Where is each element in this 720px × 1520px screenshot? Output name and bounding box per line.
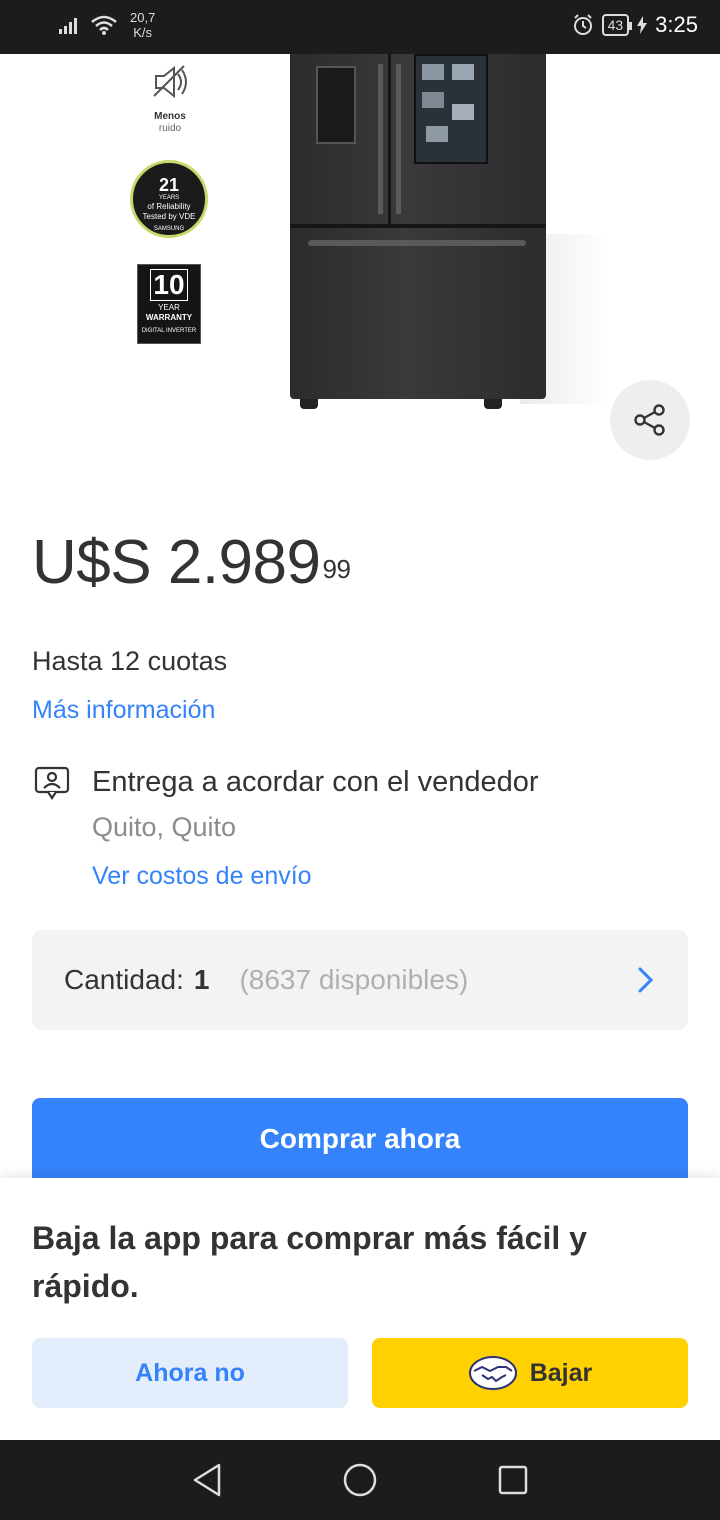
more-info-link[interactable]: Más información xyxy=(32,696,215,725)
badge-10-line1: YEAR xyxy=(158,303,180,312)
share-icon xyxy=(634,404,665,436)
back-triangle-icon xyxy=(193,1463,220,1497)
badge-10-line3: DIGITAL INVERTER xyxy=(141,328,197,334)
shipping-costs-link[interactable]: Ver costos de envío xyxy=(92,862,312,891)
quantity-value: 1 xyxy=(193,964,210,995)
home-circle-icon xyxy=(343,1463,377,1497)
freezer-handle xyxy=(308,240,526,246)
product-price: U$S 2.98999 xyxy=(32,528,351,598)
delivery-title: Entrega a acordar con el vendedor xyxy=(92,766,539,798)
recents-square-icon xyxy=(499,1465,528,1495)
price-cents: 99 xyxy=(322,554,351,584)
badge-10-number: 10 xyxy=(150,269,188,301)
price-currency: U$S xyxy=(32,528,152,597)
water-dispenser xyxy=(316,66,356,144)
alarm-icon xyxy=(573,14,592,35)
banner-text: Baja la app para comprar más fácil y ráp… xyxy=(32,1220,587,1304)
chevron-right-icon xyxy=(638,967,654,993)
quantity-available: (8637 disponibles) xyxy=(239,964,469,995)
quantity-label: Cantidad: xyxy=(64,964,184,995)
feature-noise-line2: ruido xyxy=(158,123,182,134)
back-button[interactable] xyxy=(177,1450,237,1510)
delivery-agreement-icon xyxy=(34,766,70,800)
family-hub-screen xyxy=(414,54,488,164)
badge-10-line2: WARRANTY xyxy=(145,313,193,322)
fridge-foot-right xyxy=(484,399,502,409)
freezer-line xyxy=(290,224,546,228)
feature-less-noise: Menos ruido xyxy=(130,64,210,135)
not-now-button[interactable]: Ahora no xyxy=(32,1338,348,1408)
fridge-illustration xyxy=(290,54,546,409)
right-handle xyxy=(396,64,401,214)
clock: 3:25 xyxy=(655,12,698,37)
recents-button[interactable] xyxy=(483,1450,543,1510)
feature-noise-line1: Menos xyxy=(154,111,186,122)
feature-noise-label: Menos ruido xyxy=(130,111,210,135)
installments-text: Hasta 12 cuotas xyxy=(32,646,228,676)
delivery-location: Quito, Quito xyxy=(92,812,237,842)
badge-21-brand: SAMSUNG xyxy=(153,226,185,232)
price-integer: 2.989 xyxy=(167,528,321,597)
wifi-icon xyxy=(91,15,117,35)
handshake-logo-icon xyxy=(468,1356,517,1390)
fridge-foot-left xyxy=(300,399,318,409)
charging-icon xyxy=(637,16,648,34)
status-bar: 20,7 K/s 43 3:25 xyxy=(0,0,720,54)
download-app-button[interactable]: Bajar xyxy=(372,1338,688,1408)
app-download-banner: Baja la app para comprar más fácil y ráp… xyxy=(0,1178,720,1440)
badge-21-line1: of Reliability xyxy=(147,202,191,211)
quantity-selector[interactable]: Cantidad: 1 (8637 disponibles) xyxy=(32,930,688,1030)
download-label: Bajar xyxy=(529,1358,593,1387)
speed-value: 20,7 xyxy=(130,10,156,25)
speed-unit: K/s xyxy=(133,25,153,40)
system-nav-bar xyxy=(0,1440,720,1520)
reliability-badge: 21 YEARS of Reliability Tested by VDE SA… xyxy=(130,160,208,238)
status-left: 20,7 K/s xyxy=(58,10,155,40)
home-button[interactable] xyxy=(330,1450,390,1510)
network-speed: 20,7 K/s xyxy=(130,10,155,40)
badge-21-years: YEARS xyxy=(158,195,180,201)
signal-icon xyxy=(59,18,77,34)
left-handle xyxy=(378,64,383,214)
warranty-badge: 10 YEAR WARRANTY DIGITAL INVERTER xyxy=(137,264,201,344)
status-right: 43 3:25 xyxy=(572,12,698,38)
badge-21-number: 21 xyxy=(158,175,180,195)
badge-21-line2: Tested by VDE xyxy=(142,212,196,221)
speaker-mute-icon xyxy=(153,65,187,99)
door-split xyxy=(388,54,391,224)
battery-indicator: 43 xyxy=(601,14,632,36)
share-button[interactable] xyxy=(610,380,690,460)
